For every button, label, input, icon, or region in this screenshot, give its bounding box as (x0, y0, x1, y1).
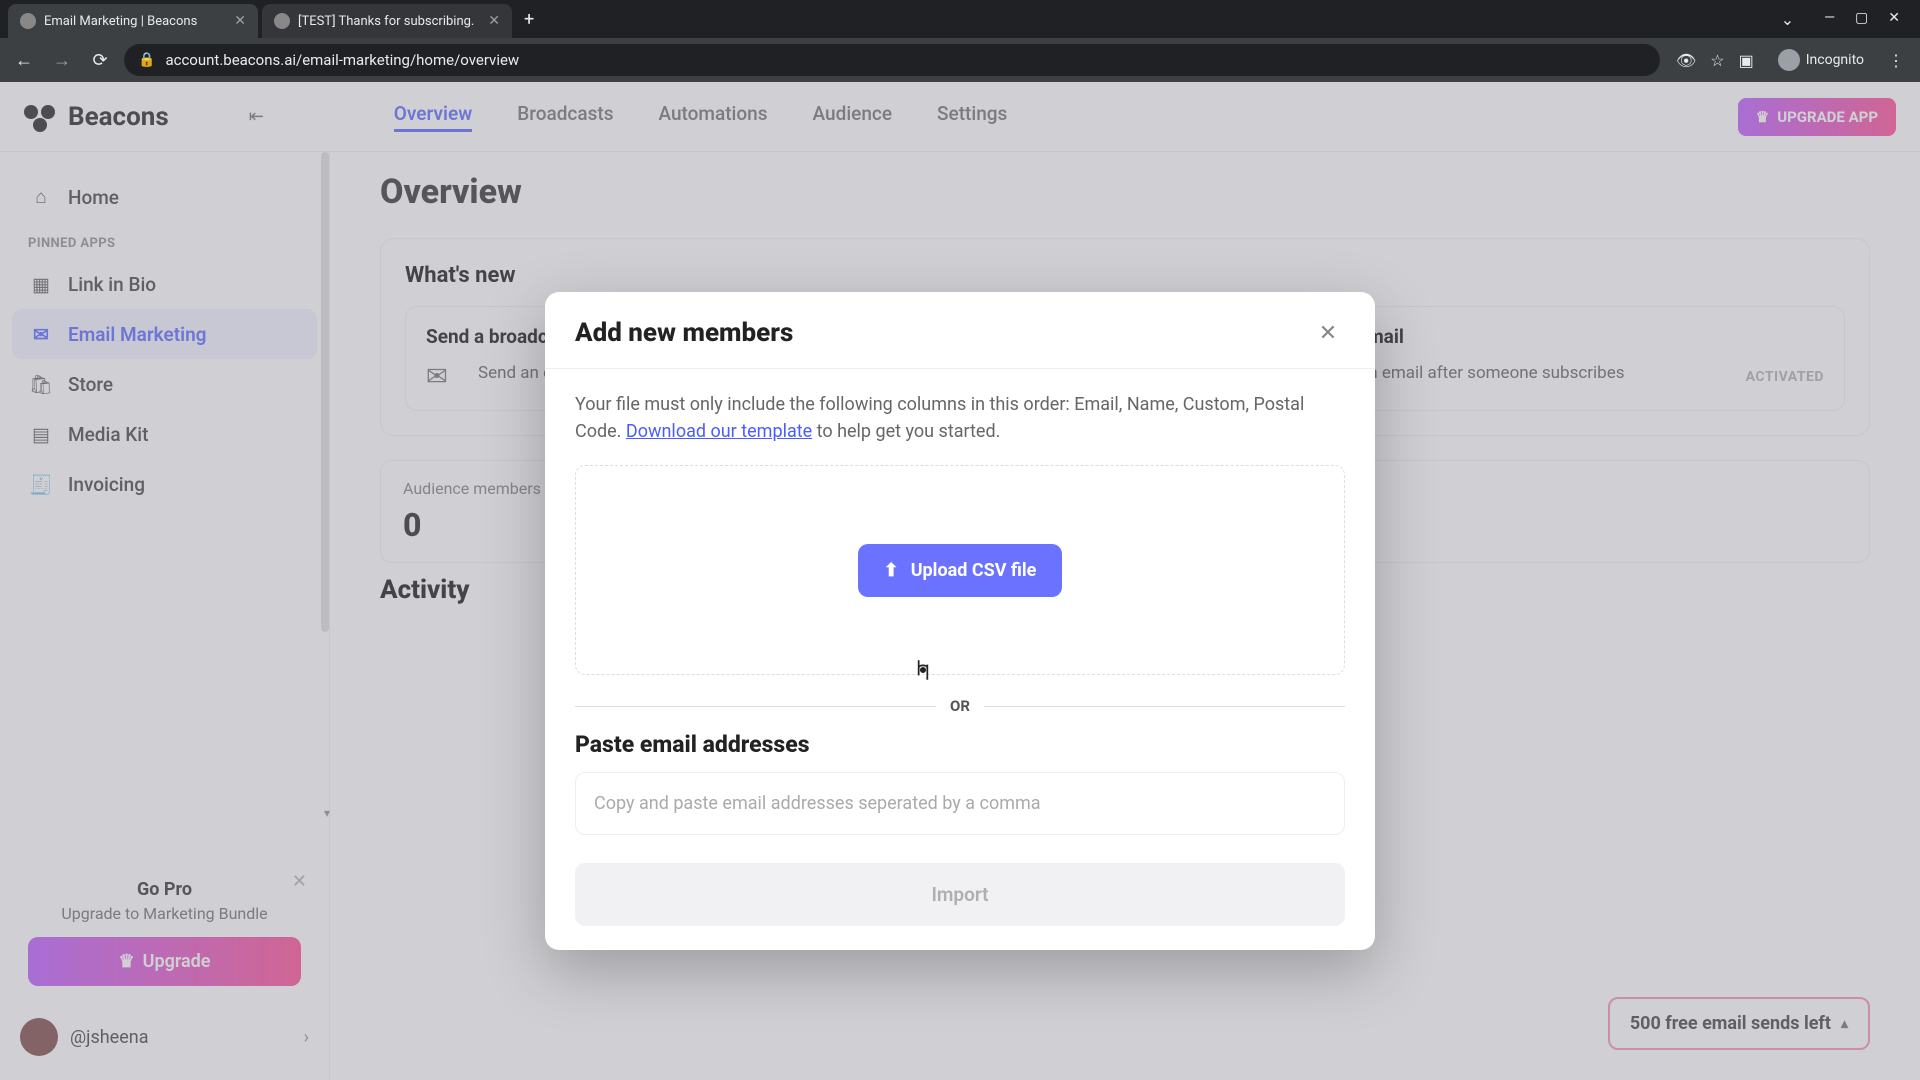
or-divider: OR (575, 697, 1345, 715)
browser-tab-2[interactable]: [TEST] Thanks for subscribing. ✕ (262, 4, 512, 38)
tab-title: [TEST] Thanks for subscribing. (298, 14, 480, 29)
tab-title: Email Marketing | Beacons (44, 14, 226, 29)
reload-button[interactable]: ⟳ (86, 46, 114, 74)
eye-off-icon[interactable]: 👁 (1676, 51, 1696, 70)
tab-bar: Email Marketing | Beacons ✕ [TEST] Thank… (0, 0, 1920, 38)
kebab-menu-icon[interactable]: ⋮ (1888, 51, 1904, 70)
modal-title: Add new members (575, 318, 793, 348)
desc-text-2: to help get you started. (812, 421, 1000, 442)
browser-chrome: Email Marketing | Beacons ✕ [TEST] Thank… (0, 0, 1920, 82)
incognito-label: Incognito (1806, 52, 1864, 68)
window-controls: ⌄ ― ▢ ✕ (1781, 10, 1912, 29)
maximize-icon[interactable]: ▢ (1855, 10, 1868, 29)
new-tab-button[interactable]: + (516, 9, 542, 30)
address-bar[interactable]: 🔒 account.beacons.ai/email-marketing/hom… (124, 44, 1660, 76)
import-button[interactable]: Import (575, 863, 1345, 926)
close-icon[interactable]: ✕ (488, 13, 500, 29)
or-label: OR (950, 697, 970, 715)
close-icon[interactable]: ✕ (234, 13, 246, 29)
tabs-dropdown-icon[interactable]: ⌄ (1781, 10, 1794, 29)
minimize-icon[interactable]: ― (1824, 10, 1835, 29)
close-modal-button[interactable]: ✕ (1311, 316, 1345, 350)
paste-emails-input[interactable] (575, 772, 1345, 835)
upload-icon: ⬆ (884, 560, 899, 581)
download-template-link[interactable]: Download our template (626, 421, 812, 442)
bookmark-icon[interactable]: ☆ (1710, 51, 1724, 70)
incognito-icon (1778, 49, 1800, 71)
upload-csv-button[interactable]: ⬆ Upload CSV file (858, 544, 1063, 597)
modal-description: Your file must only include the followin… (575, 391, 1345, 445)
app-root: Beacons ⇤ Overview Broadcasts Automation… (0, 82, 1920, 1080)
close-window-icon[interactable]: ✕ (1888, 10, 1900, 29)
extensions-icon[interactable]: ▣ (1739, 51, 1754, 70)
favicon-icon (274, 13, 290, 29)
upload-label: Upload CSV file (911, 560, 1037, 581)
browser-tab-1[interactable]: Email Marketing | Beacons ✕ (8, 4, 258, 38)
csv-drop-zone[interactable]: ⬆ Upload CSV file (575, 465, 1345, 675)
back-button[interactable]: ← (10, 46, 38, 74)
forward-button: → (48, 46, 76, 74)
favicon-icon (20, 13, 36, 29)
url-text: account.beacons.ai/email-marketing/home/… (165, 51, 519, 69)
add-members-modal: Add new members ✕ Your file must only in… (545, 292, 1375, 950)
lock-icon: 🔒 (138, 52, 155, 68)
paste-title: Paste email addresses (575, 731, 1345, 758)
address-row: ← → ⟳ 🔒 account.beacons.ai/email-marketi… (0, 38, 1920, 82)
incognito-badge[interactable]: Incognito (1768, 45, 1874, 75)
